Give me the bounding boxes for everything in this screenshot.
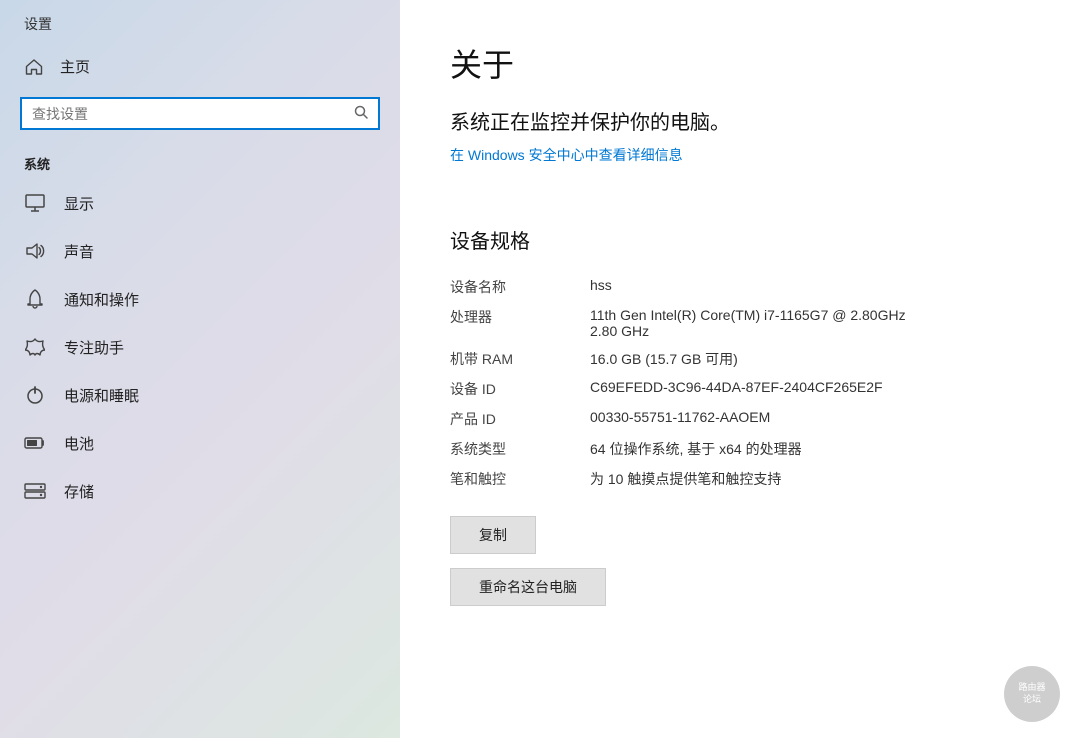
spec-table: 设备名称 hss 处理器 11th Gen Intel(R) Core(TM) … — [450, 272, 1030, 494]
settings-header: 设置 — [0, 0, 400, 44]
sidebar-item-sound-label: 声音 — [64, 241, 94, 262]
spec-label-system-type: 系统类型 — [450, 434, 590, 464]
search-input[interactable] — [32, 106, 354, 122]
focus-icon — [24, 336, 46, 358]
power-icon — [24, 384, 46, 406]
security-center-link[interactable]: 在 Windows 安全中心中查看详细信息 — [450, 145, 683, 165]
system-section-label: 系统 — [0, 146, 400, 179]
spec-row-product-id: 产品 ID 00330-55751-11762-AAOEM — [450, 404, 1030, 434]
device-spec-title: 设备规格 — [450, 225, 1030, 254]
spec-label-device-id: 设备 ID — [450, 374, 590, 404]
copy-button[interactable]: 复制 — [450, 516, 536, 554]
spec-value-system-type: 64 位操作系统, 基于 x64 的处理器 — [590, 434, 1030, 464]
sidebar-item-notifications-label: 通知和操作 — [64, 289, 139, 310]
protection-text: 系统正在监控并保护你的电脑。 — [450, 106, 1030, 135]
page-title: 关于 — [450, 40, 1030, 86]
sidebar: 设置 主页 系统 显示 — [0, 0, 400, 738]
watermark-text: 路由器论坛 — [1014, 678, 1049, 709]
sidebar-item-battery-label: 电池 — [64, 433, 94, 454]
spec-row-ram: 机带 RAM 16.0 GB (15.7 GB 可用) — [450, 344, 1030, 374]
spec-value-pen-touch: 为 10 触摸点提供笔和触控支持 — [590, 464, 1030, 494]
spec-value-product-id: 00330-55751-11762-AAOEM — [590, 404, 1030, 434]
spec-row-processor: 处理器 11th Gen Intel(R) Core(TM) i7-1165G7… — [450, 302, 1030, 344]
spec-row-device-name: 设备名称 hss — [450, 272, 1030, 302]
spec-value-device-name: hss — [590, 272, 1030, 302]
sidebar-item-power[interactable]: 电源和睡眠 — [0, 371, 400, 419]
spec-label-product-id: 产品 ID — [450, 404, 590, 434]
spec-label-device-name: 设备名称 — [450, 272, 590, 302]
monitor-icon — [24, 192, 46, 214]
spec-row-device-id: 设备 ID C69EFEDD-3C96-44DA-87EF-2404CF265E… — [450, 374, 1030, 404]
home-label: 主页 — [60, 56, 90, 77]
watermark: 路由器论坛 — [1004, 666, 1060, 722]
spec-value-processor: 11th Gen Intel(R) Core(TM) i7-1165G7 @ 2… — [590, 302, 1030, 344]
home-icon — [24, 57, 44, 77]
storage-icon — [24, 480, 46, 502]
sidebar-item-display[interactable]: 显示 — [0, 179, 400, 227]
sidebar-item-storage[interactable]: 存储 — [0, 467, 400, 515]
sidebar-item-battery[interactable]: 电池 — [0, 419, 400, 467]
sidebar-item-display-label: 显示 — [64, 193, 94, 214]
search-icon — [354, 105, 368, 122]
spec-label-pen-touch: 笔和触控 — [450, 464, 590, 494]
notification-icon — [24, 288, 46, 310]
sidebar-item-focus-label: 专注助手 — [64, 337, 124, 358]
spec-label-processor: 处理器 — [450, 302, 590, 344]
main-content: 关于 系统正在监控并保护你的电脑。 在 Windows 安全中心中查看详细信息 … — [400, 0, 1080, 738]
home-nav-item[interactable]: 主页 — [0, 44, 400, 89]
sound-icon — [24, 240, 46, 262]
sidebar-item-notifications[interactable]: 通知和操作 — [0, 275, 400, 323]
search-box[interactable] — [20, 97, 380, 130]
spec-label-ram: 机带 RAM — [450, 344, 590, 374]
sidebar-item-sound[interactable]: 声音 — [0, 227, 400, 275]
spec-row-system-type: 系统类型 64 位操作系统, 基于 x64 的处理器 — [450, 434, 1030, 464]
battery-icon — [24, 432, 46, 454]
spec-value-ram: 16.0 GB (15.7 GB 可用) — [590, 344, 1030, 374]
sidebar-item-storage-label: 存储 — [64, 481, 94, 502]
spec-row-pen-touch: 笔和触控 为 10 触摸点提供笔和触控支持 — [450, 464, 1030, 494]
spec-value-device-id: C69EFEDD-3C96-44DA-87EF-2404CF265E2F — [590, 374, 1030, 404]
sidebar-item-focus[interactable]: 专注助手 — [0, 323, 400, 371]
sidebar-item-power-label: 电源和睡眠 — [64, 385, 139, 406]
rename-button[interactable]: 重命名这台电脑 — [450, 568, 606, 606]
